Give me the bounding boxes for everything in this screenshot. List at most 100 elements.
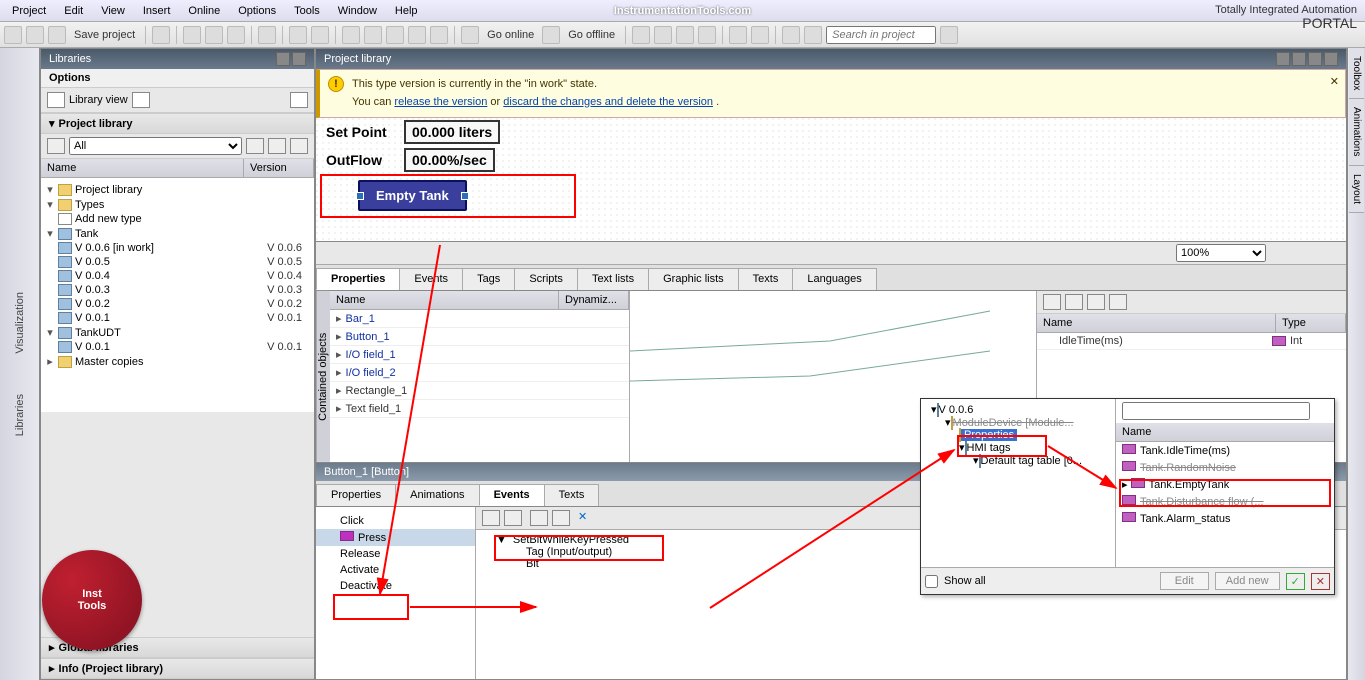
empty-tank-button[interactable]: Empty Tank: [358, 180, 467, 211]
open-icon[interactable]: [26, 26, 44, 44]
project-library-section[interactable]: ▾Project library: [41, 113, 314, 134]
library-tree[interactable]: ▾Project library ▾Types Add new type ▾Ta…: [41, 178, 314, 412]
go-online-button[interactable]: Go online: [483, 29, 538, 41]
cut-icon[interactable]: [183, 26, 201, 44]
rc-col-type[interactable]: Type: [1276, 314, 1346, 332]
vtab-libraries[interactable]: Libraries: [14, 394, 26, 436]
btab-properties[interactable]: Properties: [316, 484, 396, 506]
vtab-animations[interactable]: Animations: [1349, 99, 1364, 165]
tb-icon-c[interactable]: [386, 26, 404, 44]
btab-animations[interactable]: Animations: [395, 484, 479, 506]
tree-v002[interactable]: V 0.0.2V 0.0.2: [41, 297, 314, 311]
menu-project[interactable]: Project: [4, 3, 54, 19]
popup-tree[interactable]: ▾V 0.0.6 ▾ModuleDevice [Module... Proper…: [921, 399, 1116, 567]
discard-changes-link[interactable]: discard the changes and delete the versi…: [503, 96, 713, 108]
menu-help[interactable]: Help: [387, 3, 426, 19]
tree-v001[interactable]: V 0.0.1V 0.0.1: [41, 311, 314, 325]
tree-v005[interactable]: V 0.0.5V 0.0.5: [41, 255, 314, 269]
close-icon[interactable]: [1324, 52, 1338, 66]
tree-v004[interactable]: V 0.0.4V 0.0.4: [41, 269, 314, 283]
rc-col-name[interactable]: Name: [1037, 314, 1276, 332]
obj-rectangle1[interactable]: ▸Rectangle_1: [330, 382, 629, 400]
popup-ok-icon[interactable]: ✓: [1286, 573, 1305, 590]
popup-tag-0[interactable]: Tank.IdleTime(ms): [1116, 442, 1334, 459]
vtab-layout[interactable]: Layout: [1349, 166, 1364, 213]
obj-bar1[interactable]: ▸Bar_1: [330, 310, 629, 328]
lib-tb-4[interactable]: [290, 138, 308, 154]
menu-options[interactable]: Options: [230, 3, 284, 19]
evt-tb4[interactable]: [552, 510, 570, 526]
tb-icon-h[interactable]: [676, 26, 694, 44]
menu-insert[interactable]: Insert: [135, 3, 179, 19]
popup-properties-node[interactable]: Properties: [925, 429, 1111, 441]
menu-tools[interactable]: Tools: [286, 3, 328, 19]
tb-icon-a[interactable]: [342, 26, 360, 44]
tree-tankudt-v001[interactable]: V 0.0.1V 0.0.1: [41, 340, 314, 354]
col-obj-dyn[interactable]: Dynamiz...: [559, 291, 629, 309]
obj-iofield1[interactable]: ▸I/O field_1: [330, 346, 629, 364]
vtab-toolbox[interactable]: Toolbox: [1349, 48, 1364, 99]
delete-icon[interactable]: [258, 26, 276, 44]
new-icon[interactable]: [4, 26, 22, 44]
popup-cancel-icon[interactable]: ✕: [1311, 573, 1330, 590]
undo-icon[interactable]: [289, 26, 307, 44]
vtab-visualization[interactable]: Visualization: [14, 292, 26, 354]
maximize-icon[interactable]: [1308, 52, 1322, 66]
event-deactivate[interactable]: Deactivate: [316, 578, 475, 594]
menu-edit[interactable]: Edit: [56, 3, 91, 19]
btab-events[interactable]: Events: [479, 484, 545, 506]
tb-icon-m[interactable]: [804, 26, 822, 44]
panel-pin-icon[interactable]: [276, 52, 290, 66]
go-online-icon[interactable]: [461, 26, 479, 44]
rc-row-idletime[interactable]: IdleTime(ms)Int: [1037, 333, 1346, 350]
tree-root[interactable]: ▾Project library: [41, 182, 314, 197]
outflow-value[interactable]: 00.00%/sec: [404, 148, 495, 172]
save-project-button[interactable]: Save project: [70, 29, 139, 41]
lib-tb-3[interactable]: [268, 138, 286, 154]
showall-checkbox[interactable]: [925, 575, 938, 588]
info-section[interactable]: ▸Info (Project library): [41, 658, 314, 679]
libview-icon-3[interactable]: [290, 92, 308, 108]
evt-tb2[interactable]: [504, 510, 522, 526]
popup-tag-3[interactable]: Tank.Disturbance flow (...: [1116, 493, 1334, 510]
panel-collapse-icon[interactable]: [292, 52, 306, 66]
print-icon[interactable]: [152, 26, 170, 44]
close-warning-icon[interactable]: ✕: [1330, 74, 1339, 92]
go-offline-button[interactable]: Go offline: [564, 29, 619, 41]
tb-icon-j[interactable]: [729, 26, 747, 44]
lib-tb-1[interactable]: [47, 138, 65, 154]
tb-icon-k[interactable]: [751, 26, 769, 44]
go-offline-icon[interactable]: [542, 26, 560, 44]
release-version-link[interactable]: release the version: [394, 96, 487, 108]
tb-icon-e[interactable]: [430, 26, 448, 44]
popup-tag-4[interactable]: Tank.Alarm_status: [1116, 510, 1334, 527]
tree-v006[interactable]: V 0.0.6 [in work]V 0.0.6: [41, 241, 314, 255]
menu-online[interactable]: Online: [180, 3, 228, 19]
popup-addnew-button[interactable]: Add new: [1215, 572, 1280, 590]
setpoint-value[interactable]: 00.000 liters: [404, 120, 500, 144]
btab-texts[interactable]: Texts: [544, 484, 600, 506]
tab-text-lists[interactable]: Text lists: [577, 268, 649, 290]
tb-icon-l[interactable]: [782, 26, 800, 44]
tab-texts[interactable]: Texts: [738, 268, 794, 290]
hmi-canvas[interactable]: Set Point00.000 liters OutFlow00.00%/sec…: [316, 118, 1346, 242]
tree-tankudt[interactable]: ▾TankUDT: [41, 325, 314, 340]
tree-master-copies[interactable]: ▸Master copies: [41, 354, 314, 369]
evt-tb1[interactable]: [482, 510, 500, 526]
obj-textfield1[interactable]: ▸Text field_1: [330, 400, 629, 418]
evt-tb3[interactable]: [530, 510, 548, 526]
event-release[interactable]: Release: [316, 546, 475, 562]
tab-events[interactable]: Events: [399, 268, 463, 290]
popup-filter-input[interactable]: [1122, 402, 1310, 420]
popup-tag-1[interactable]: Tank.RandomNoise: [1116, 459, 1334, 476]
libview-icon-1[interactable]: [47, 92, 65, 108]
tree-types[interactable]: ▾Types: [41, 197, 314, 212]
event-press[interactable]: Press: [316, 529, 475, 546]
tab-properties[interactable]: Properties: [316, 268, 400, 290]
minimize-icon[interactable]: [1276, 52, 1290, 66]
col-version[interactable]: Version: [244, 159, 314, 177]
tag-browser-popup[interactable]: ▾V 0.0.6 ▾ModuleDevice [Module... Proper…: [920, 398, 1335, 595]
tab-scripts[interactable]: Scripts: [514, 268, 578, 290]
menu-window[interactable]: Window: [330, 3, 385, 19]
tab-graphic-lists[interactable]: Graphic lists: [648, 268, 739, 290]
